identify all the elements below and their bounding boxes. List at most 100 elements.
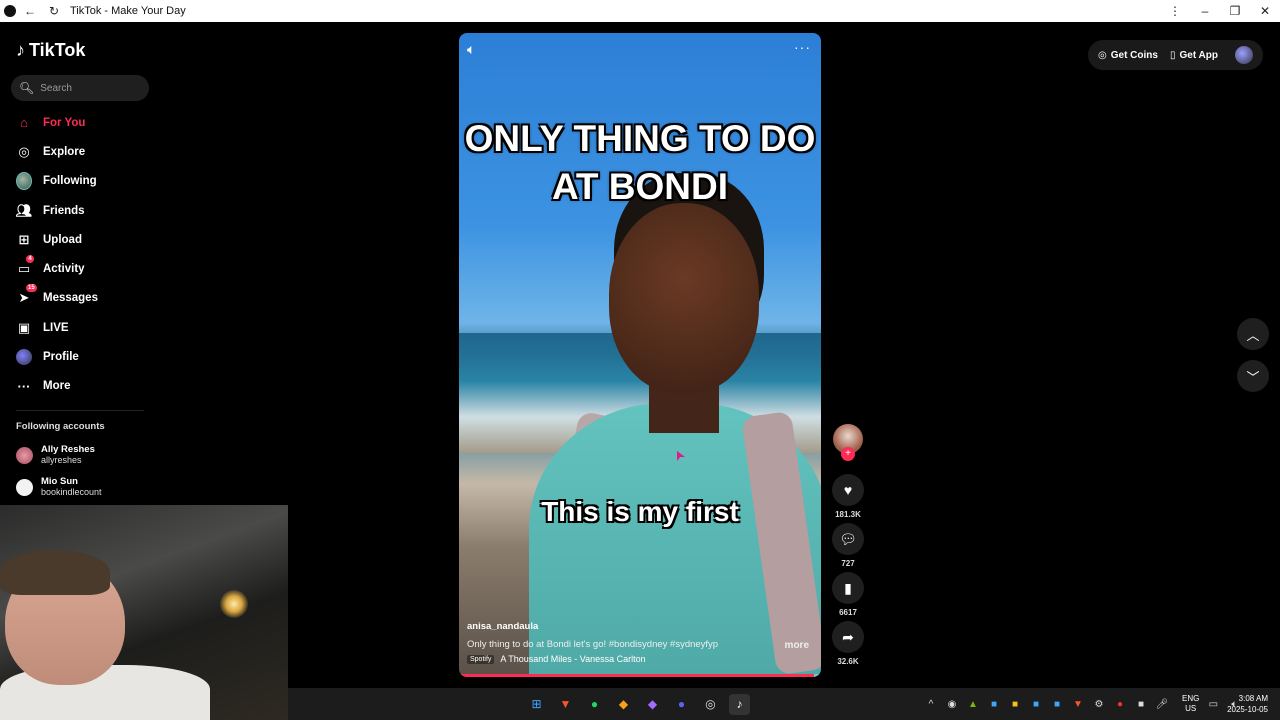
nav-label: Friends xyxy=(43,204,85,217)
nav-item-profile[interactable]: Profile xyxy=(0,342,160,371)
maximize-button[interactable]: ❐ xyxy=(1220,4,1250,18)
windows-taskbar: ⊞ ▼ ● ◆ ◆ ● ◎ ♪ ^ ◉ ▲ ■ ■ ■ ■ ▼ ⚙ ● ■ 🎤︎… xyxy=(288,688,1280,720)
following-account-item[interactable]: Mio Sun bookindlecount xyxy=(16,471,102,503)
system-tray: ^ ◉ ▲ ■ ■ ■ ■ ▼ ⚙ ● ■ 🎤︎ ENG US ▭ 🔈︎ xyxy=(924,688,1241,720)
close-button[interactable]: ✕ xyxy=(1250,4,1280,18)
save-action[interactable]: ▮ 6617 xyxy=(831,572,865,617)
profile-avatar xyxy=(16,349,32,366)
get-app-button[interactable]: ▯ Get App xyxy=(1170,50,1218,61)
nvidia-icon[interactable]: ▲ xyxy=(966,697,980,711)
tray-app-icon[interactable]: ● xyxy=(1113,697,1127,711)
comment-count: 727 xyxy=(841,559,855,568)
video-meta: anisa_nandaula Only thing to do at Bondi… xyxy=(467,621,813,664)
music-source-label: Spotify xyxy=(467,654,495,664)
video-more-options-icon[interactable]: ··· xyxy=(794,39,811,55)
activity-icon: ▭ 4 xyxy=(16,255,34,277)
nav-item-more[interactable]: ··· More xyxy=(0,372,160,401)
steam-icon[interactable]: ◉ xyxy=(945,697,959,711)
tray-app-icon[interactable]: ■ xyxy=(1134,697,1148,711)
tray-app-icon[interactable]: ■ xyxy=(1029,697,1043,711)
webcam-person-hair xyxy=(0,550,110,595)
tiktok-logo[interactable]: ♪ TikTok xyxy=(16,40,85,61)
video-player[interactable]: 🔈︎ ··· ONLY THING TO DO AT BONDI This is… xyxy=(459,33,821,677)
video-author[interactable]: anisa_nandaula xyxy=(467,621,813,632)
heart-icon[interactable]: ♥ xyxy=(832,474,864,506)
share-action[interactable]: ➦ 32.6K xyxy=(831,621,865,666)
webcam-overlay xyxy=(0,505,288,720)
tray-app-icon[interactable]: ■ xyxy=(1008,697,1022,711)
nav-label: Profile xyxy=(43,351,79,364)
share-icon[interactable]: ➦ xyxy=(832,621,864,653)
account-name: Ally Reshes xyxy=(41,444,95,455)
obs-icon[interactable]: ◎ xyxy=(700,694,721,715)
creator-avatar[interactable]: + xyxy=(833,424,863,461)
search-box[interactable]: 🔍︎ xyxy=(11,75,149,101)
search-input[interactable] xyxy=(40,82,141,94)
bookmark-icon[interactable]: ▮ xyxy=(832,572,864,604)
nav-item-messages[interactable]: ➤ 15 Messages xyxy=(0,284,160,313)
back-arrow-icon[interactable]: ← xyxy=(20,4,40,18)
tray-app-icon[interactable]: ■ xyxy=(1050,697,1064,711)
nav-item-activity[interactable]: ▭ 4 Activity xyxy=(0,254,160,283)
nav-item-live[interactable]: ▣ LIVE xyxy=(0,313,160,342)
volume-icon[interactable]: 🔈︎ xyxy=(467,41,475,58)
user-avatar[interactable] xyxy=(1235,46,1253,64)
fl-studio-icon[interactable]: ◆ xyxy=(613,694,634,715)
description-more-link[interactable]: more xyxy=(785,640,809,651)
nav-item-friends[interactable]: 👥︎ Friends xyxy=(0,196,160,225)
previous-video-button[interactable]: ︿ xyxy=(1237,318,1269,350)
app-purple-icon[interactable]: ◆ xyxy=(642,694,663,715)
video-music[interactable]: Spotify A Thousand Miles - Vanessa Carlt… xyxy=(467,654,813,664)
save-count: 6617 xyxy=(839,608,857,617)
settings-icon[interactable]: ⚙ xyxy=(1092,697,1106,711)
clock-date: 2025-10-05 xyxy=(1227,705,1268,714)
account-avatar xyxy=(16,446,33,464)
tiktok-taskbar-icon[interactable]: ♪ xyxy=(729,693,750,715)
music-title: A Thousand Miles - Vanessa Carlton xyxy=(500,654,646,664)
account-handle: bookindlecount xyxy=(41,487,102,497)
network-icon[interactable]: ▭ xyxy=(1206,697,1220,711)
windows-start-icon[interactable]: ⊞ xyxy=(526,694,547,715)
discord-icon[interactable]: ● xyxy=(671,694,692,715)
spotify-icon[interactable]: ● xyxy=(584,694,605,715)
more-icon: ··· xyxy=(17,378,31,394)
like-action[interactable]: ♥ 181.3K xyxy=(831,474,865,519)
reload-icon[interactable]: ↻ xyxy=(44,4,64,18)
nav-item-upload[interactable]: ⊞ Upload xyxy=(0,225,160,254)
language-indicator[interactable]: ENG US xyxy=(1182,694,1199,714)
tray-app-icon[interactable]: ■ xyxy=(987,697,1001,711)
microphone-icon[interactable]: 🎤︎ xyxy=(1155,697,1169,711)
get-coins-button[interactable]: ◎ Get Coins xyxy=(1098,50,1158,61)
taskbar-clock[interactable]: 3:08 AM 2025-10-05 xyxy=(1227,693,1268,715)
nav-item-explore[interactable]: ◎ Explore xyxy=(0,137,160,166)
home-icon: ⌂ xyxy=(20,115,28,131)
coin-icon: ◎ xyxy=(1098,49,1107,61)
minimize-button[interactable]: – xyxy=(1190,4,1220,18)
taskbar-apps: ⊞ ▼ ● ◆ ◆ ● ◎ ♪ xyxy=(526,688,750,720)
nav-item-following[interactable]: Following xyxy=(0,167,160,196)
messages-icon: ➤ 15 xyxy=(18,284,37,306)
chevron-up-icon: ︿ xyxy=(1246,327,1260,343)
next-video-button[interactable]: ﹀ xyxy=(1237,360,1269,392)
video-progress-bar[interactable] xyxy=(459,674,821,677)
nav-label: Upload xyxy=(43,233,82,246)
nav-label: LIVE xyxy=(43,321,69,334)
clock-time: 3:08 AM xyxy=(1238,694,1268,703)
comment-action[interactable]: 💬︎ 727 xyxy=(831,523,865,568)
follow-plus-icon[interactable]: + xyxy=(841,447,855,461)
nav-label: Activity xyxy=(43,263,85,276)
nav-label: Messages xyxy=(43,292,98,305)
brave-icon[interactable]: ▼ xyxy=(555,694,576,715)
account-name: Mio Sun xyxy=(41,476,78,487)
comment-icon[interactable]: 💬︎ xyxy=(832,523,864,555)
video-person-face xyxy=(609,203,759,393)
following-account-item[interactable]: Ally Reshes allyreshes xyxy=(16,439,102,471)
brave-tray-icon[interactable]: ▼ xyxy=(1071,697,1085,711)
nav-label: For You xyxy=(43,116,86,129)
menu-dots-icon[interactable]: ⋮ xyxy=(1160,4,1190,18)
get-app-label: Get App xyxy=(1179,49,1218,61)
share-count: 32.6K xyxy=(837,657,859,666)
nav-item-for-you[interactable]: ⌂ For You xyxy=(0,108,160,137)
webcam-lamp xyxy=(220,590,248,618)
tray-expand-icon[interactable]: ^ xyxy=(924,697,938,711)
